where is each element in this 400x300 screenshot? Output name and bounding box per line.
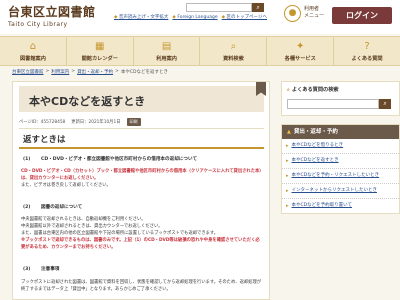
site-logo[interactable]: 台東区立図書館 [8, 3, 96, 20]
nav-item-library-guide[interactable]: ⌂ 図書館案内 [0, 37, 67, 65]
user-menu-label[interactable]: 利用者 メニュー [304, 6, 324, 20]
divider [19, 128, 264, 129]
breadcrumb-home[interactable]: 台東区立図書館 [12, 69, 44, 75]
nav-item-usage-guide[interactable]: ▤ 利用案内 [134, 37, 201, 65]
side-item-hold[interactable]: ▸ 本やCDなどを予約取り置いて [282, 199, 399, 213]
global-nav: ⌂ 図書館案内 ▦ 開館カレンダー ▤ 利用案内 ⌕ 資料検索 ✦ 各種サービス… [0, 36, 400, 66]
side-item-internet-request[interactable]: ▸ インターネットからリクエストしたいとき [282, 184, 399, 199]
nav-item-calendar[interactable]: ▦ 開館カレンダー [67, 37, 134, 65]
paragraph-3: ブックポストに返却された図書は、図書館で資料を回収し、状態を確認してから返却処理… [21, 280, 262, 292]
print-button[interactable]: 印刷 [126, 118, 141, 126]
site-search-button[interactable]: ⌕ [252, 3, 264, 12]
page-title: 本やCDなどを返すとき [29, 95, 146, 108]
calendar-icon: ▦ [95, 41, 105, 52]
site-search-input[interactable] [186, 3, 252, 12]
faq-search-input[interactable] [287, 99, 379, 109]
subheading-3: (3) 注意事項 [23, 267, 60, 272]
login-button[interactable]: ログイン [332, 7, 392, 24]
accessibility-link[interactable]: 音声読み上げ・文字拡大 [114, 14, 169, 20]
side-item-return[interactable]: ▸ 本やCDなどを返すとき [282, 154, 399, 169]
nav-item-faq[interactable]: ? よくある質問 [334, 37, 400, 65]
top-links: 音声読み上げ・文字拡大 Foreign Language 区のトップページへ [114, 14, 267, 21]
breadcrumb-usage[interactable]: 利用案内 [51, 69, 69, 75]
faq-search-button[interactable]: ⌕ [379, 99, 391, 109]
chevron-right-icon: ▸ [286, 188, 289, 194]
side-item-reserve[interactable]: ▸ 本やCDなどを予約・リクエストしたいとき [282, 169, 399, 184]
chevron-right-icon: ▸ [286, 173, 289, 179]
page-title-box: 本やCDなどを返すとき [19, 82, 266, 112]
main-content: 本やCDなどを返すとき ページID：455728458 更新日：2021年10月… [12, 81, 270, 300]
side-menu-title: 貸出・返却・予約 [282, 125, 399, 139]
foreign-language-link[interactable]: Foreign Language [172, 15, 217, 20]
user-icon[interactable]: ● [284, 5, 301, 22]
bookmark-icon [256, 82, 266, 96]
paragraph-2: 中央図書館で返却されるときは、自動返却機をご利用ください。 中央図書館以外で返却… [21, 217, 260, 250]
page-meta: ページID：455728458 更新日：2021年10月1日 印刷 [19, 118, 141, 126]
chevron-right-icon: ▸ [286, 158, 289, 164]
search-icon: ⌕ [383, 100, 387, 107]
chevron-right-icon: ▸ [286, 143, 289, 149]
sidebar: ⌕よくある質問の検索 ⌕ 貸出・返却・予約 ▸本やCDなどを借りるとき ▸本やC… [281, 81, 400, 300]
paragraph-1: CD・DVD・ビデオ・CD（カセット）ブック・都立図書館や他区市町村からの借用本… [21, 169, 262, 188]
breadcrumb-lending[interactable]: 貸出・返却・予約 [77, 69, 113, 75]
side-item-borrow[interactable]: ▸ 本やCDなどを借りるとき [282, 139, 399, 154]
subheading-1: (1) CD・DVD・ビデオ・都立図書館や他区市町村からの借用本の返却について [23, 157, 198, 162]
guide-icon: ▤ [161, 41, 172, 52]
page-id: ページID：455728458 [19, 120, 66, 125]
search-icon: ⌕ [287, 87, 290, 93]
building-icon: ⌂ [29, 41, 37, 52]
nav-item-services[interactable]: ✦ 各種サービス [267, 37, 335, 65]
search-icon: ⌕ [256, 4, 260, 11]
faq-search-title: よくある質問の検索 [291, 87, 339, 93]
service-icon: ✦ [296, 41, 305, 52]
updated-date: 更新日：2021年10月1日 [71, 120, 121, 125]
chevron-right-icon: ▸ [286, 203, 289, 209]
search-icon: ⌕ [230, 41, 237, 52]
site-header: 台東区立図書館 Taito City Library 音声読み上げ・文字拡大 F… [0, 0, 400, 34]
side-menu: 貸出・返却・予約 ▸本やCDなどを借りるとき ▸本やCDなどを返すとき ▸本やC… [281, 124, 400, 214]
site-logo-en: Taito City Library [8, 21, 68, 28]
breadcrumb-current: 本やCDなどを返すとき [120, 70, 168, 75]
section-title: 返すときは [19, 133, 264, 149]
faq-search-box: ⌕ よくある質問の検索 ⌕ [281, 81, 400, 116]
question-icon: ? [364, 41, 370, 52]
subheading-2: (2) 図書の返却について [23, 205, 83, 210]
nav-item-catalog-search[interactable]: ⌕ 資料検索 [200, 37, 268, 65]
breadcrumb: 台東区立図書館 > 利用案内 > 貸出・返却・予約 > 本やCDなどを返すとき [12, 69, 168, 75]
ward-top-link[interactable]: 区のトップページへ [222, 14, 267, 20]
